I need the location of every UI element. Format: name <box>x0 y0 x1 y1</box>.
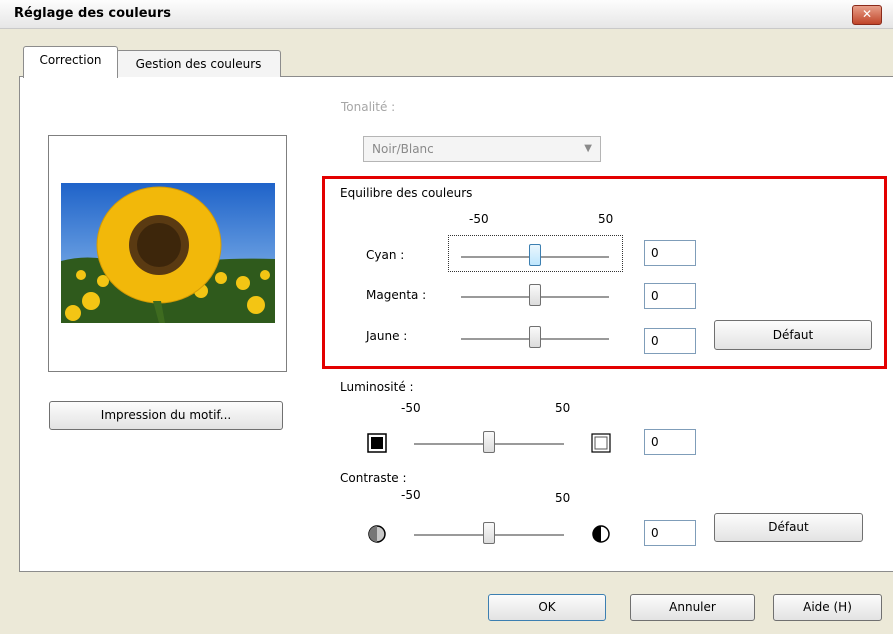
low-contrast-icon <box>368 525 386 543</box>
color-balance-title: Equilibre des couleurs <box>340 186 473 200</box>
high-contrast-icon <box>592 525 610 543</box>
tab-color-management[interactable]: Gestion des couleurs <box>116 50 281 77</box>
contrast-value-field[interactable]: 0 <box>644 520 696 546</box>
color-balance-min-label: -50 <box>469 212 489 226</box>
yellow-slider-thumb[interactable] <box>529 326 541 348</box>
contrast-label: Contraste : <box>340 471 407 485</box>
tone-label: Tonalité : <box>341 100 396 114</box>
contrast-default-button[interactable]: Défaut <box>714 513 863 542</box>
cyan-label: Cyan : <box>366 248 405 262</box>
dark-brightness-icon <box>367 433 387 453</box>
contrast-slider-thumb[interactable] <box>483 522 495 544</box>
magenta-label: Magenta : <box>366 288 427 302</box>
close-button[interactable]: ✕ <box>852 5 882 25</box>
sunflower-photo <box>61 183 275 323</box>
tab-correction[interactable]: Correction <box>23 46 118 78</box>
ok-button[interactable]: OK <box>488 594 606 621</box>
cyan-slider-thumb[interactable] <box>529 244 541 266</box>
bright-brightness-icon <box>591 433 611 453</box>
help-button[interactable]: Aide (H) <box>773 594 882 621</box>
magenta-value-field[interactable]: 0 <box>644 283 696 309</box>
cyan-value-field[interactable]: 0 <box>644 240 696 266</box>
color-balance-max-label: 50 <box>598 212 614 226</box>
preview-frame <box>48 135 287 372</box>
yellow-value-field[interactable]: 0 <box>644 328 696 354</box>
yellow-label: Jaune : <box>366 329 408 343</box>
color-balance-default-button[interactable]: Défaut <box>714 320 872 350</box>
tone-select-value: Noir/Blanc <box>372 142 434 156</box>
pattern-print-button[interactable]: Impression du motif... <box>49 401 283 430</box>
cancel-button[interactable]: Annuler <box>630 594 755 621</box>
window-title: Réglage des couleurs <box>14 6 171 21</box>
brightness-value-field[interactable]: 0 <box>644 429 696 455</box>
brightness-label: Luminosité : <box>340 380 414 394</box>
tone-select[interactable]: Noir/Blanc ▼ <box>363 136 601 162</box>
brightness-min-label: -50 <box>401 401 421 415</box>
contrast-min-label: -50 <box>401 488 421 502</box>
contrast-max-label: 50 <box>555 491 571 505</box>
brightness-slider-thumb[interactable] <box>483 431 495 453</box>
chevron-down-icon: ▼ <box>584 143 592 154</box>
magenta-slider-thumb[interactable] <box>529 284 541 306</box>
brightness-max-label: 50 <box>555 401 571 415</box>
